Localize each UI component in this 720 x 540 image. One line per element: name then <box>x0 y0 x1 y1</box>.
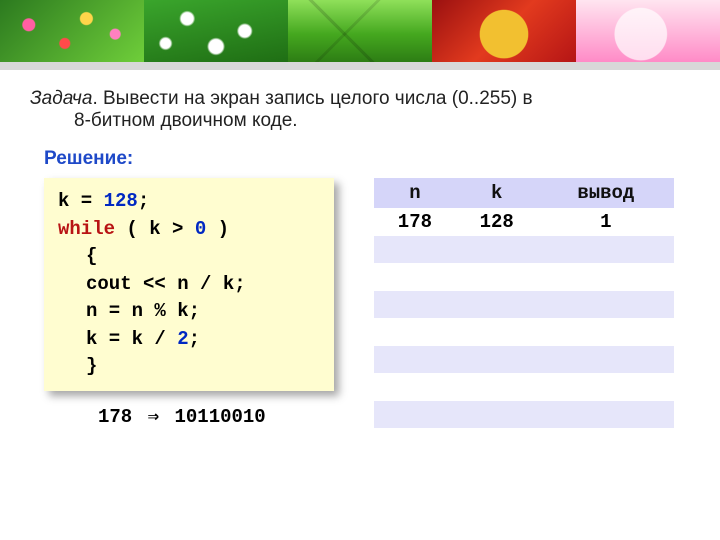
banner-tile-palm <box>288 0 432 62</box>
result-line: 178 ⇒ 10110010 <box>44 391 334 428</box>
table-row <box>374 401 674 428</box>
trace-table: n k вывод 178 128 1 <box>374 178 674 428</box>
result-input: 178 <box>98 406 132 428</box>
table-header-row: n k вывод <box>374 178 674 208</box>
result-output: 10110010 <box>174 406 265 428</box>
code-line-1: k = 128; <box>58 188 318 216</box>
task-line2: 8-битном двоичном коде. <box>30 110 690 132</box>
cell-k: 128 <box>456 208 538 236</box>
table-row <box>374 318 674 346</box>
banner-tile-flowers <box>0 0 144 62</box>
code-block: k = 128; while ( k > 0 ) { cout << n / k… <box>44 178 334 391</box>
table-row <box>374 263 674 291</box>
th-output: вывод <box>538 178 674 208</box>
code-line-5: n = n % k; <box>58 298 318 326</box>
cell-out: 1 <box>538 208 674 236</box>
code-line-6: k = k / 2; <box>58 326 318 354</box>
table-row <box>374 346 674 373</box>
table-row <box>374 291 674 318</box>
task-line1: . Вывести на экран запись целого числа (… <box>92 88 532 109</box>
header-image-strip <box>0 0 720 70</box>
table-row: 178 128 1 <box>374 208 674 236</box>
code-line-2: while ( k > 0 ) <box>58 216 318 244</box>
code-line-7: } <box>58 353 318 381</box>
banner-tile-blossom <box>576 0 720 62</box>
th-n: n <box>374 178 456 208</box>
table-row <box>374 373 674 401</box>
code-line-4: cout << n / k; <box>58 271 318 299</box>
code-line-3: { <box>58 243 318 271</box>
task-statement: Задача. Вывести на экран запись целого ч… <box>0 70 720 142</box>
th-k: k <box>456 178 538 208</box>
banner-tile-chamomile <box>144 0 288 62</box>
arrow-icon: ⇒ <box>144 406 163 428</box>
task-word: Задача <box>30 88 92 109</box>
solution-label: Решение: <box>0 142 720 178</box>
table-row <box>374 236 674 263</box>
banner-tile-autumn-leaf <box>432 0 576 62</box>
cell-n: 178 <box>374 208 456 236</box>
